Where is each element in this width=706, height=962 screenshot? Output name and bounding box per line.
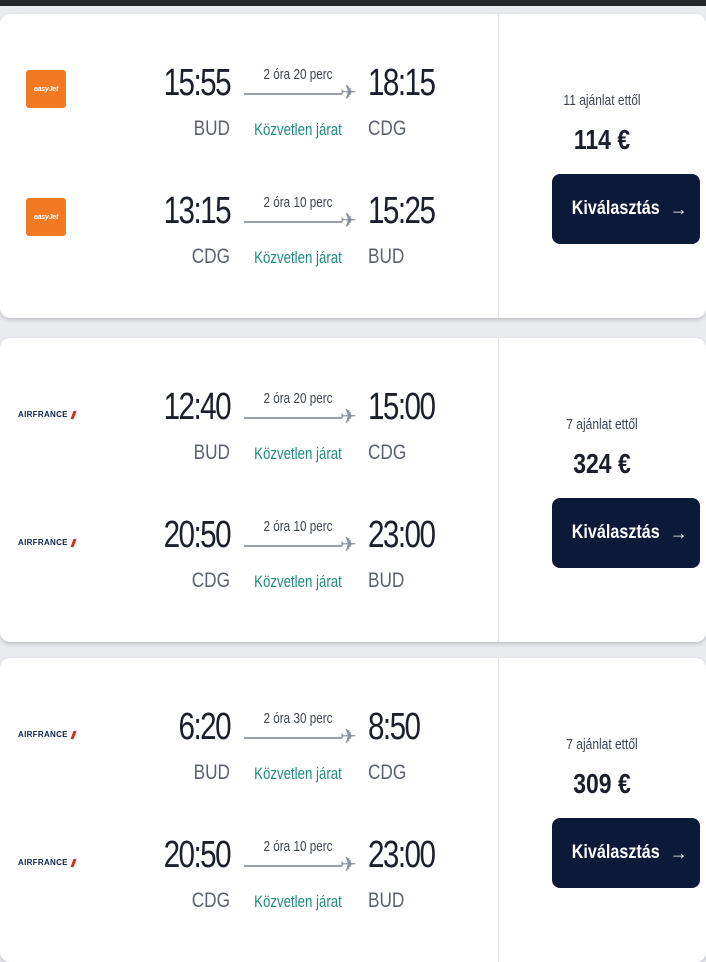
- flight-result-card[interactable]: easyJet 15:55 2 óra 20 perc ✈ 18:15 BUD …: [0, 14, 706, 318]
- route-line: [244, 221, 342, 223]
- departure-time: 20:50: [163, 514, 232, 556]
- easyjet-logo: easyJet: [26, 198, 66, 236]
- arrival-airport: BUD: [368, 889, 405, 912]
- outbound-leg: easyJet 15:55 2 óra 20 perc ✈ 18:15 BUD …: [0, 60, 498, 170]
- route-line: [244, 865, 342, 867]
- flight-duration: 2 óra 10 perc: [263, 838, 333, 855]
- plane-icon: ✈: [340, 726, 357, 748]
- departure-time: 6:20: [178, 706, 232, 748]
- airfrance-logo: AIRFRANCE: [18, 538, 77, 547]
- arrival-time: 15:25: [368, 190, 436, 232]
- departure-time: 13:15: [163, 190, 232, 232]
- arrival-time: 8:50: [368, 706, 421, 748]
- select-button-label: Kiválasztás: [571, 842, 660, 863]
- price-panel: 11 ajánlat ettől 114 € Kiválasztás →: [498, 14, 706, 318]
- direct-flight-label: Közvetlen járat: [254, 572, 342, 591]
- price-panel: 7 ajánlat ettől 324 € Kiválasztás →: [498, 338, 706, 642]
- offer-count: 11 ajánlat ettől: [563, 92, 641, 109]
- airfrance-logo: AIRFRANCE: [18, 858, 77, 867]
- flight-duration: 2 óra 10 perc: [263, 518, 333, 535]
- return-leg: AIRFRANCE 20:50 2 óra 10 perc ✈ 23:00 CD…: [0, 512, 498, 622]
- arrival-time: 18:15: [368, 62, 436, 104]
- departure-time: 12:40: [163, 386, 232, 428]
- plane-icon: ✈: [340, 854, 357, 876]
- return-leg: AIRFRANCE 20:50 2 óra 10 perc ✈ 23:00 CD…: [0, 832, 498, 942]
- arrival-airport: BUD: [368, 569, 405, 592]
- plane-icon: ✈: [340, 406, 357, 428]
- route-line: [244, 545, 342, 547]
- price: 324 €: [573, 448, 631, 479]
- direct-flight-label: Közvetlen járat: [254, 120, 342, 139]
- arrival-airport: CDG: [368, 441, 407, 464]
- departure-airport: BUD: [193, 117, 230, 140]
- route-line: [244, 417, 342, 419]
- select-button[interactable]: Kiválasztás →: [552, 818, 700, 888]
- select-button[interactable]: Kiválasztás →: [552, 498, 700, 568]
- direct-flight-label: Közvetlen járat: [254, 892, 342, 911]
- return-leg: easyJet 13:15 2 óra 10 perc ✈ 15:25 CDG …: [0, 188, 498, 298]
- select-button-label: Kiválasztás: [571, 198, 660, 219]
- airfrance-logo: AIRFRANCE: [18, 410, 77, 419]
- price: 309 €: [573, 768, 631, 799]
- departure-time: 20:50: [163, 834, 232, 876]
- price-panel: 7 ajánlat ettől 309 € Kiválasztás →: [498, 658, 706, 962]
- arrow-right-icon: →: [669, 522, 688, 543]
- arrow-right-icon: →: [669, 198, 688, 219]
- plane-icon: ✈: [340, 210, 357, 232]
- flight-result-card[interactable]: AIRFRANCE 6:20 2 óra 30 perc ✈ 8:50 BUD …: [0, 658, 706, 962]
- route-line: [244, 93, 342, 95]
- offer-count: 7 ajánlat ettől: [566, 416, 638, 433]
- offer-count: 7 ajánlat ettől: [566, 736, 638, 753]
- direct-flight-label: Közvetlen járat: [254, 248, 342, 267]
- flight-duration: 2 óra 20 perc: [263, 66, 333, 83]
- direct-flight-label: Közvetlen járat: [254, 764, 342, 783]
- arrow-right-icon: →: [669, 842, 688, 863]
- flight-duration: 2 óra 30 perc: [263, 710, 333, 727]
- arrival-time: 23:00: [368, 834, 436, 876]
- departure-airport: BUD: [193, 761, 230, 784]
- arrival-time: 15:00: [368, 386, 436, 428]
- airfrance-logo: AIRFRANCE: [18, 730, 77, 739]
- arrival-airport: CDG: [368, 117, 407, 140]
- flight-duration: 2 óra 20 perc: [263, 390, 333, 407]
- outbound-leg: AIRFRANCE 6:20 2 óra 30 perc ✈ 8:50 BUD …: [0, 704, 498, 814]
- price: 114 €: [573, 124, 631, 155]
- departure-airport: CDG: [191, 889, 230, 912]
- arrival-time: 23:00: [368, 514, 436, 556]
- plane-icon: ✈: [340, 534, 357, 556]
- arrival-airport: CDG: [368, 761, 407, 784]
- outbound-leg: AIRFRANCE 12:40 2 óra 20 perc ✈ 15:00 BU…: [0, 384, 498, 494]
- arrival-airport: BUD: [368, 245, 405, 268]
- direct-flight-label: Közvetlen járat: [254, 444, 342, 463]
- easyjet-logo: easyJet: [26, 70, 66, 108]
- select-button-label: Kiválasztás: [571, 522, 660, 543]
- flight-result-card[interactable]: AIRFRANCE 12:40 2 óra 20 perc ✈ 15:00 BU…: [0, 338, 706, 642]
- plane-icon: ✈: [340, 82, 357, 104]
- select-button[interactable]: Kiválasztás →: [552, 174, 700, 244]
- route-line: [244, 737, 342, 739]
- departure-airport: CDG: [191, 245, 230, 268]
- flight-duration: 2 óra 10 perc: [263, 194, 333, 211]
- departure-time: 15:55: [163, 62, 232, 104]
- departure-airport: BUD: [193, 441, 230, 464]
- window-top-bar: [0, 0, 706, 6]
- departure-airport: CDG: [191, 569, 230, 592]
